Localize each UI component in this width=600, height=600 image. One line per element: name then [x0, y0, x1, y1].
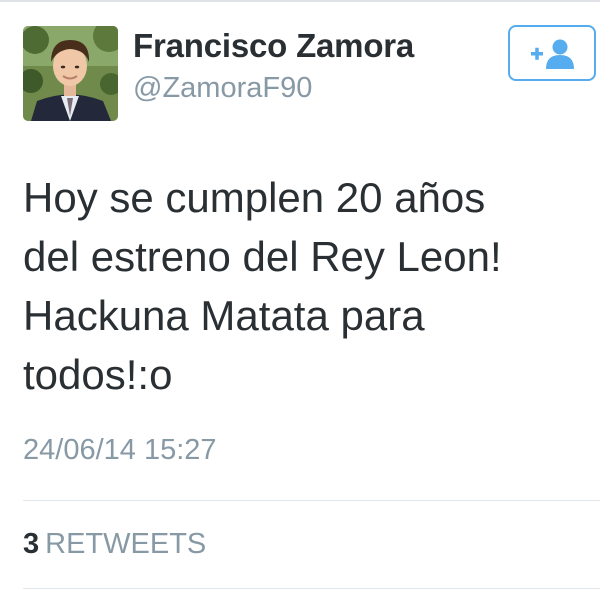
divider: [23, 500, 600, 501]
top-border: [0, 0, 600, 2]
avatar[interactable]: [23, 26, 118, 121]
tweet-timestamp: 24/06/14 15:27: [23, 434, 217, 466]
profile-handle[interactable]: @ZamoraF90: [133, 72, 312, 105]
avatar-photo: [23, 26, 118, 121]
add-user-icon: [531, 39, 574, 69]
profile-name[interactable]: Francisco Zamora: [133, 27, 414, 65]
follow-button[interactable]: [508, 25, 596, 81]
divider: [23, 588, 600, 589]
retweet-count: 3: [23, 528, 40, 560]
tweet-text: Hoy se cumplen 20 años del estreno del R…: [23, 174, 502, 398]
retweet-label: RETWEETS: [45, 528, 207, 560]
retweets-stat[interactable]: 3 RETWEETS: [23, 528, 206, 561]
